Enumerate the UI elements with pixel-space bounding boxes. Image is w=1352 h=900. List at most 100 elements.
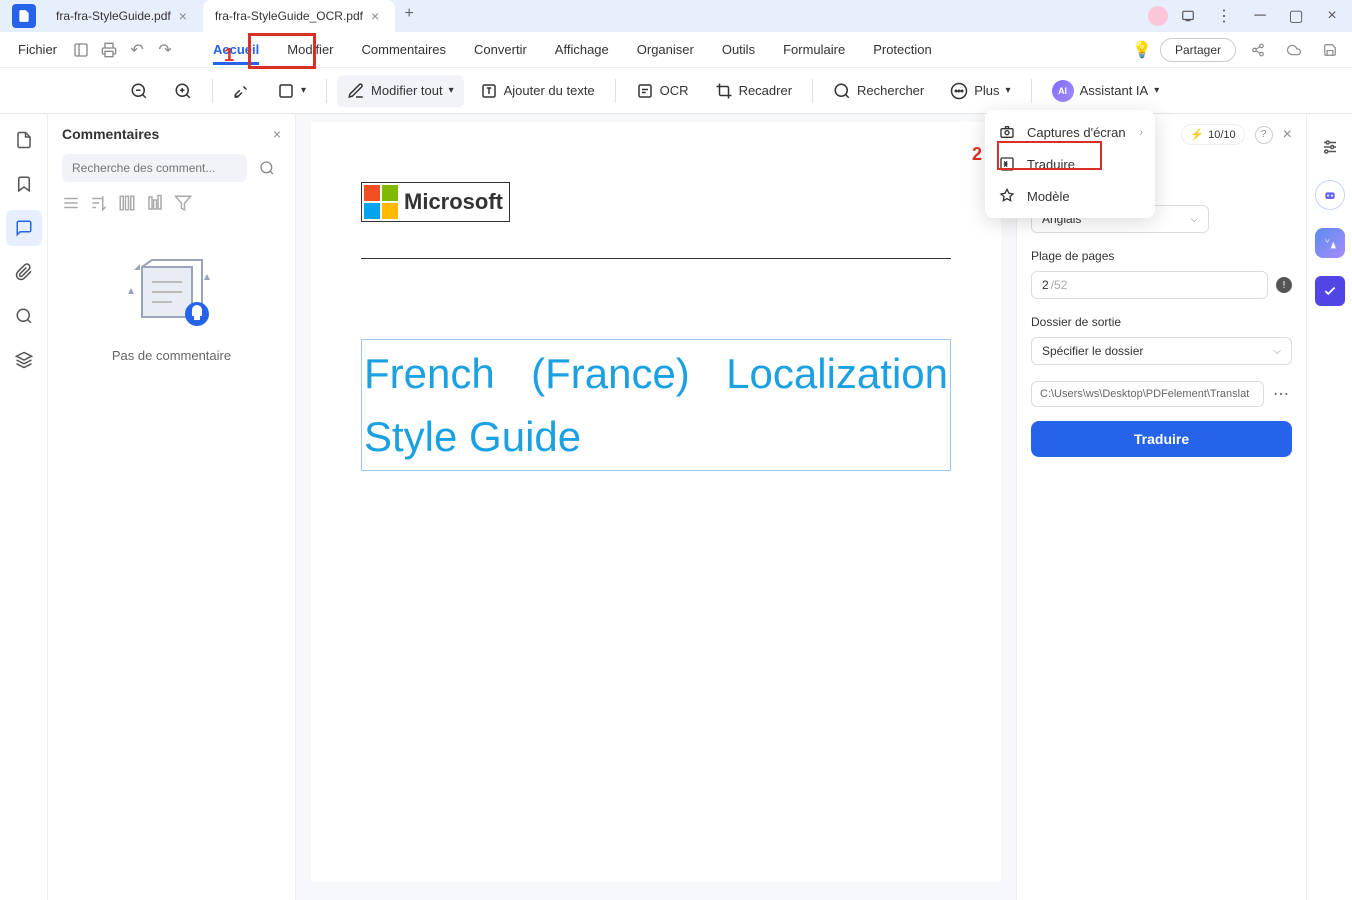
highlighter-button[interactable]: [223, 75, 261, 107]
share-link-icon[interactable]: [1244, 36, 1272, 64]
more-icon[interactable]: ⋮: [1208, 0, 1240, 32]
chevron-down-icon: ⌵: [1190, 214, 1198, 225]
chevron-down-icon: ⌵: [1273, 346, 1281, 357]
help-icon[interactable]: ?: [1255, 126, 1273, 144]
file-menu[interactable]: Fichier: [8, 42, 67, 57]
search-icon[interactable]: [253, 154, 281, 182]
layers-icon[interactable]: [6, 342, 42, 378]
info-icon[interactable]: !: [1276, 277, 1292, 293]
translate-button[interactable]: Traduire: [1031, 421, 1292, 457]
add-text-button[interactable]: Ajouter du texte: [470, 75, 605, 107]
ai-assistant-button[interactable]: AI Assistant IA▾: [1042, 75, 1170, 107]
user-avatar[interactable]: [1148, 6, 1168, 26]
translate-icon[interactable]: [1315, 228, 1345, 258]
search-button[interactable]: Rechercher: [823, 75, 934, 107]
modify-all-button[interactable]: Modifier tout▾: [337, 75, 464, 107]
comment-icon[interactable]: [6, 210, 42, 246]
dropdown-translate[interactable]: Traduire: [985, 148, 1155, 180]
tool-label: Plus: [974, 83, 999, 98]
save-icon[interactable]: [1316, 36, 1344, 64]
add-tab-button[interactable]: +: [395, 0, 423, 28]
title-bar: fra-fra-StyleGuide.pdf × fra-fra-StyleGu…: [0, 0, 1352, 32]
maximize-button[interactable]: ▢: [1280, 0, 1312, 32]
close-icon[interactable]: ×: [1283, 126, 1292, 144]
filter-icon[interactable]: [174, 194, 192, 212]
robot-icon[interactable]: [1315, 180, 1345, 210]
menu-organiser[interactable]: Organiser: [623, 34, 708, 65]
dropdown-label: Captures d'écran: [1027, 125, 1126, 140]
bolt-icon: ⚡: [1190, 128, 1204, 141]
menu-convertir[interactable]: Convertir: [460, 34, 541, 65]
page-current: 2: [1042, 278, 1049, 292]
close-icon[interactable]: ×: [371, 8, 379, 24]
cloud-icon[interactable]: [1280, 36, 1308, 64]
comments-panel: Commentaires × Pas de commentaire: [48, 114, 296, 900]
more-button[interactable]: Plus▾: [940, 75, 1020, 107]
tab-file-1[interactable]: fra-fra-StyleGuide.pdf ×: [44, 0, 203, 32]
zoom-in-button[interactable]: [164, 75, 202, 107]
ocr-button[interactable]: OCR: [626, 75, 699, 107]
redo-icon[interactable]: ↷: [151, 36, 179, 64]
zoom-out-button[interactable]: [120, 75, 158, 107]
brand-text: Microsoft: [404, 189, 503, 215]
bulb-icon[interactable]: 💡: [1132, 40, 1152, 60]
attachment-icon[interactable]: [6, 254, 42, 290]
annotation-number-2: 2: [972, 144, 982, 165]
share-button[interactable]: Partager: [1160, 38, 1236, 62]
menu-outils[interactable]: Outils: [708, 34, 769, 65]
settings-icon[interactable]: [1315, 132, 1345, 162]
tool-label: Assistant IA: [1080, 83, 1149, 98]
menu-affichage[interactable]: Affichage: [541, 34, 623, 65]
toolbar: ▾ Modifier tout▾ Ajouter du texte OCR Re…: [0, 68, 1352, 114]
chevron-right-icon: ›: [1140, 127, 1143, 138]
list-icon[interactable]: [62, 194, 80, 212]
menu-modifier[interactable]: Modifier: [273, 34, 347, 65]
camera-icon: [997, 122, 1017, 142]
bookmark-icon[interactable]: [6, 166, 42, 202]
close-icon[interactable]: ×: [273, 126, 281, 142]
tab-label: fra-fra-StyleGuide_OCR.pdf: [215, 9, 363, 23]
undo-icon[interactable]: ↶: [123, 36, 151, 64]
search-icon[interactable]: [6, 298, 42, 334]
shape-button[interactable]: ▾: [267, 75, 316, 107]
close-button[interactable]: ×: [1316, 0, 1348, 32]
menu-commentaires[interactable]: Commentaires: [348, 34, 461, 65]
empty-text: Pas de commentaire: [112, 348, 231, 363]
microsoft-logo: Microsoft: [361, 182, 510, 222]
tool-label: Modifier tout: [371, 83, 443, 98]
minimize-button[interactable]: ─: [1244, 0, 1276, 32]
sort-icon[interactable]: [90, 194, 108, 212]
folder-select[interactable]: Spécifier le dossier ⌵: [1031, 337, 1292, 365]
tool-label: Recadrer: [739, 83, 792, 98]
close-icon[interactable]: ×: [179, 8, 187, 24]
page-range-input[interactable]: 2 /52: [1031, 271, 1268, 299]
menu-formulaire[interactable]: Formulaire: [769, 34, 859, 65]
menu-accueil[interactable]: Accueil: [199, 34, 273, 65]
page-total: /52: [1051, 278, 1068, 292]
comment-search-input[interactable]: [62, 154, 247, 182]
sidebar-toggle-icon[interactable]: [67, 36, 95, 64]
crop-button[interactable]: Recadrer: [705, 75, 802, 107]
columns-icon[interactable]: [118, 194, 136, 212]
feedback-icon[interactable]: [1172, 0, 1204, 32]
output-path: C:\Users\ws\Desktop\PDFelement\Translat: [1031, 381, 1264, 407]
tab-file-2[interactable]: fra-fra-StyleGuide_OCR.pdf ×: [203, 0, 395, 32]
dropdown-screenshot[interactable]: Captures d'écran ›: [985, 116, 1155, 148]
right-rail: [1306, 114, 1352, 900]
token-badge[interactable]: ⚡ 10/10: [1181, 124, 1244, 145]
checkmark-icon[interactable]: [1315, 276, 1345, 306]
panel-title: Commentaires: [62, 126, 159, 142]
translate-panel: ⚡ 10/10 ? × Anglais ⌵ Plage de pages 2 /…: [1016, 114, 1306, 900]
tool-label: Ajouter du texte: [504, 83, 595, 98]
menu-protection[interactable]: Protection: [859, 34, 946, 65]
empty-state: Pas de commentaire: [62, 252, 281, 363]
dropdown-label: Traduire: [1027, 157, 1075, 172]
canvas-area[interactable]: Microsoft French (France) Localization S…: [296, 114, 1016, 900]
tool-label: Rechercher: [857, 83, 924, 98]
bars-icon[interactable]: [146, 194, 164, 212]
dropdown-template[interactable]: Modèle: [985, 180, 1155, 212]
page-icon[interactable]: [6, 122, 42, 158]
browse-button[interactable]: ⋯: [1270, 383, 1292, 405]
more-dropdown: Captures d'écran › Traduire Modèle: [985, 110, 1155, 218]
print-icon[interactable]: [95, 36, 123, 64]
